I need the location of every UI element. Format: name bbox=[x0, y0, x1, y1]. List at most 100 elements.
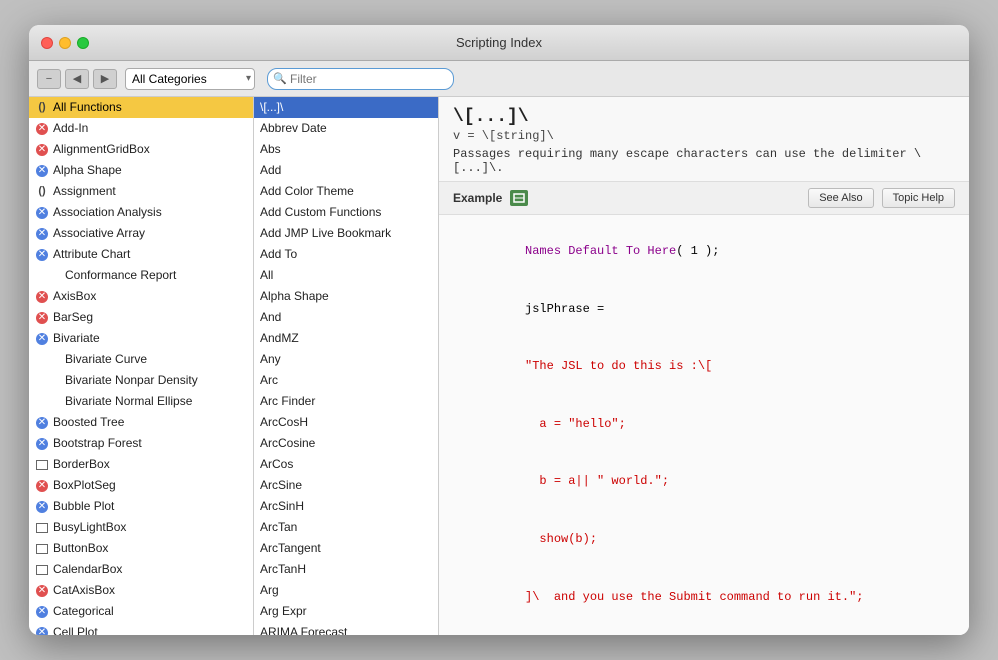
list-item[interactable]: ✕ BoxPlotSeg bbox=[29, 475, 253, 496]
right-top-section: \[...]\ v = \[string]\ Passages requirin… bbox=[439, 97, 969, 182]
minus-button[interactable]: − bbox=[37, 69, 61, 89]
cross-blue-icon: ✕ bbox=[35, 206, 49, 220]
list-item[interactable]: Any bbox=[254, 349, 438, 370]
right-description: Passages requiring many escape character… bbox=[453, 147, 955, 175]
cross-blue-icon: ✕ bbox=[35, 227, 49, 241]
list-item[interactable]: Bivariate Curve bbox=[29, 349, 253, 370]
cross-blue-icon: ✕ bbox=[35, 416, 49, 430]
list-item[interactable]: ✕ Cell Plot bbox=[29, 622, 253, 635]
rect-icon bbox=[35, 521, 49, 535]
code-line: show(b); bbox=[453, 511, 955, 569]
list-item[interactable]: ArcSine bbox=[254, 475, 438, 496]
see-also-button[interactable]: See Also bbox=[808, 188, 873, 208]
back-button[interactable]: ◀ bbox=[65, 69, 89, 89]
cross-blue-icon: ✕ bbox=[35, 332, 49, 346]
list-item[interactable]: ArcTangent bbox=[254, 538, 438, 559]
code-line: Names Default To Here( 1 ); bbox=[453, 223, 955, 281]
rect-icon bbox=[35, 542, 49, 556]
cross-red-icon: ✕ bbox=[35, 311, 49, 325]
list-item[interactable]: Add To bbox=[254, 244, 438, 265]
cross-red-icon: ✕ bbox=[35, 143, 49, 157]
cross-red-icon: ✕ bbox=[35, 584, 49, 598]
forward-button[interactable]: ▶ bbox=[93, 69, 117, 89]
code-line: a = "hello"; bbox=[453, 396, 955, 454]
list-item[interactable]: ArcTan bbox=[254, 517, 438, 538]
code-area: Names Default To Here( 1 ); jslPhrase = … bbox=[439, 215, 969, 635]
cross-red-icon: ✕ bbox=[35, 290, 49, 304]
rect-icon bbox=[35, 563, 49, 577]
right-panel: \[...]\ v = \[string]\ Passages requirin… bbox=[439, 97, 969, 635]
code-line: ]\ and you use the Submit command to run… bbox=[453, 568, 955, 626]
right-title: \[...]\ bbox=[453, 107, 955, 127]
traffic-lights bbox=[41, 37, 89, 49]
list-item[interactable]: ✕ Bootstrap Forest bbox=[29, 433, 253, 454]
list-item[interactable]: ✕ Add-In bbox=[29, 118, 253, 139]
list-item[interactable]: BusyLightBox bbox=[29, 517, 253, 538]
list-item[interactable]: Bivariate Normal Ellipse bbox=[29, 391, 253, 412]
list-item[interactable]: ArcSinH bbox=[254, 496, 438, 517]
list-item[interactable]: ✕ Associative Array bbox=[29, 223, 253, 244]
list-item[interactable]: ✕ Attribute Chart bbox=[29, 244, 253, 265]
list-item[interactable]: BorderBox bbox=[29, 454, 253, 475]
list-item[interactable]: ✕ AlignmentGridBox bbox=[29, 139, 253, 160]
list-item[interactable]: Alpha Shape bbox=[254, 286, 438, 307]
list-item[interactable]: () Assignment bbox=[29, 181, 253, 202]
right-subtitle: v = \[string]\ bbox=[453, 129, 955, 143]
list-item[interactable]: Add bbox=[254, 160, 438, 181]
list-item[interactable]: ✕ Association Analysis bbox=[29, 202, 253, 223]
list-item[interactable]: Abbrev Date bbox=[254, 118, 438, 139]
list-item[interactable]: ArCos bbox=[254, 454, 438, 475]
list-item[interactable]: CalendarBox bbox=[29, 559, 253, 580]
topic-help-button[interactable]: Topic Help bbox=[882, 188, 955, 208]
list-item[interactable]: ✕ AxisBox bbox=[29, 286, 253, 307]
list-item[interactable]: Arg Expr bbox=[254, 601, 438, 622]
list-item[interactable]: () All Functions bbox=[29, 97, 253, 118]
list-item[interactable]: Conformance Report bbox=[29, 265, 253, 286]
list-item[interactable]: Arg bbox=[254, 580, 438, 601]
search-input[interactable] bbox=[267, 68, 454, 90]
list-item[interactable]: AndMZ bbox=[254, 328, 438, 349]
example-label: Example bbox=[453, 191, 502, 205]
list-item[interactable]: Bivariate Nonpar Density bbox=[29, 370, 253, 391]
window-title: Scripting Index bbox=[456, 35, 542, 50]
close-button[interactable] bbox=[41, 37, 53, 49]
list-item[interactable]: ✕ Categorical bbox=[29, 601, 253, 622]
category-select-wrapper: All Categories Functions Objects Message… bbox=[121, 68, 255, 90]
list-item[interactable]: ✕ Bivariate bbox=[29, 328, 253, 349]
search-icon: 🔍 bbox=[273, 72, 287, 85]
list-item[interactable]: ArcCosH bbox=[254, 412, 438, 433]
category-select[interactable]: All Categories Functions Objects Message… bbox=[125, 68, 255, 90]
list-item[interactable]: All bbox=[254, 265, 438, 286]
rect-icon bbox=[35, 458, 49, 472]
list-item[interactable]: \[...]\ bbox=[254, 97, 438, 118]
cross-blue-icon: ✕ bbox=[35, 164, 49, 178]
list-item[interactable]: Abs bbox=[254, 139, 438, 160]
code-line: b = a|| " world."; bbox=[453, 453, 955, 511]
scripting-index-window: Scripting Index − ◀ ▶ All Categories Fun… bbox=[29, 25, 969, 635]
maximize-button[interactable] bbox=[77, 37, 89, 49]
list-item[interactable]: ✕ Bubble Plot bbox=[29, 496, 253, 517]
cross-red-icon: ✕ bbox=[35, 479, 49, 493]
middle-panel: \[...]\ Abbrev Date Abs Add Add Color Th… bbox=[254, 97, 439, 635]
list-item[interactable]: ✕ CatAxisBox bbox=[29, 580, 253, 601]
list-item[interactable]: Add JMP Live Bookmark bbox=[254, 223, 438, 244]
list-item[interactable]: Arc Finder bbox=[254, 391, 438, 412]
list-item[interactable]: ✕ BarSeg bbox=[29, 307, 253, 328]
main-content: () All Functions ✕ Add-In ✕ AlignmentGri… bbox=[29, 97, 969, 635]
example-icon bbox=[510, 190, 528, 206]
list-item[interactable]: ✕ Boosted Tree bbox=[29, 412, 253, 433]
list-item[interactable]: ArcTanH bbox=[254, 559, 438, 580]
list-item[interactable]: ARIMA Forecast bbox=[254, 622, 438, 635]
list-item[interactable]: ✕ Alpha Shape bbox=[29, 160, 253, 181]
list-item[interactable]: Arc bbox=[254, 370, 438, 391]
code-line: jslPhrase = bbox=[453, 281, 955, 339]
list-item[interactable]: ButtonBox bbox=[29, 538, 253, 559]
right-toolbar: Example See Also Topic Help bbox=[439, 182, 969, 215]
list-item[interactable]: ArcCosine bbox=[254, 433, 438, 454]
cross-blue-icon: ✕ bbox=[35, 437, 49, 451]
cross-blue-icon: ✕ bbox=[35, 605, 49, 619]
minimize-button[interactable] bbox=[59, 37, 71, 49]
list-item[interactable]: And bbox=[254, 307, 438, 328]
list-item[interactable]: Add Custom Functions bbox=[254, 202, 438, 223]
list-item[interactable]: Add Color Theme bbox=[254, 181, 438, 202]
